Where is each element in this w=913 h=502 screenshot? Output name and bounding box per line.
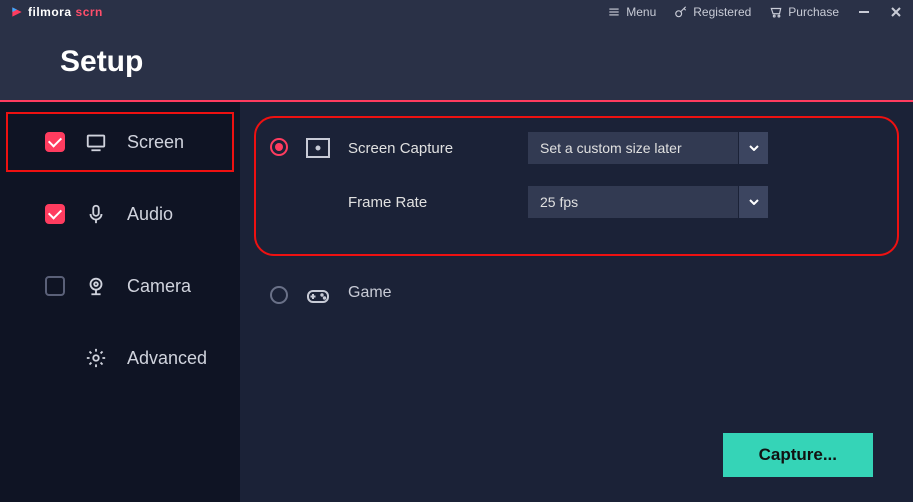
sidebar-label-audio: Audio <box>127 204 173 225</box>
purchase-label: Purchase <box>788 5 839 19</box>
screen-capture-option: Screen Capture Set a custom size later F… <box>270 132 883 240</box>
title-area: Setup <box>0 24 913 100</box>
sidebar-item-camera[interactable]: Camera <box>0 250 240 322</box>
sidebar-item-screen[interactable]: Screen <box>0 106 240 178</box>
frame-rate-field: Frame Rate 25 fps <box>348 186 883 218</box>
screen-capture-value: Set a custom size later <box>528 140 738 156</box>
title-bar: filmora scrn Menu Registered Purchase <box>0 0 913 24</box>
minimize-button[interactable] <box>857 5 871 19</box>
sidebar-item-audio[interactable]: Audio <box>0 178 240 250</box>
page-title: Setup <box>60 45 143 79</box>
game-radio[interactable] <box>270 286 288 304</box>
camera-checkbox[interactable] <box>45 276 65 296</box>
screen-capture-label: Screen Capture <box>348 140 528 157</box>
audio-checkbox[interactable] <box>45 204 65 224</box>
registered-link[interactable]: Registered <box>674 5 751 19</box>
screen-capture-select[interactable]: Set a custom size later <box>528 132 768 164</box>
game-option: Game <box>270 280 883 306</box>
sidebar-item-advanced[interactable]: Advanced <box>0 322 240 394</box>
monitor-icon <box>85 131 107 153</box>
frame-rate-label: Frame Rate <box>348 194 528 211</box>
crop-target-icon <box>306 138 330 158</box>
key-icon <box>674 5 688 19</box>
menu-link[interactable]: Menu <box>607 5 656 19</box>
screen-capture-field: Screen Capture Set a custom size later <box>348 132 883 164</box>
frame-rate-dropdown-button[interactable] <box>738 186 768 218</box>
brand-text-2: scrn <box>76 5 103 19</box>
cart-icon <box>769 5 783 19</box>
brand-text-1: filmora <box>28 5 72 19</box>
game-label: Game <box>348 284 392 302</box>
screen-checkbox[interactable] <box>45 132 65 152</box>
screen-radio[interactable] <box>270 138 288 156</box>
close-button[interactable] <box>889 5 903 19</box>
sidebar-label-advanced: Advanced <box>127 348 207 369</box>
menu-label: Menu <box>626 5 656 19</box>
webcam-icon <box>85 275 107 297</box>
registered-label: Registered <box>693 5 751 19</box>
content-pane: Screen Capture Set a custom size later F… <box>240 102 913 502</box>
purchase-link[interactable]: Purchase <box>769 5 839 19</box>
chevron-down-icon <box>749 199 759 205</box>
screen-capture-dropdown-button[interactable] <box>738 132 768 164</box>
microphone-icon <box>85 203 107 225</box>
sidebar: Screen Audio Camera Advanced <box>0 102 240 502</box>
brand: filmora scrn <box>10 5 103 19</box>
gamepad-icon <box>306 286 330 306</box>
chevron-down-icon <box>749 145 759 151</box>
frame-rate-value: 25 fps <box>528 194 738 210</box>
capture-button[interactable]: Capture... <box>723 433 873 477</box>
gear-icon <box>85 347 107 369</box>
frame-rate-select[interactable]: 25 fps <box>528 186 768 218</box>
sidebar-label-camera: Camera <box>127 276 191 297</box>
brand-logo-icon <box>10 5 24 19</box>
advanced-spacer <box>45 348 65 368</box>
menu-icon <box>607 5 621 19</box>
sidebar-label-screen: Screen <box>127 132 184 153</box>
